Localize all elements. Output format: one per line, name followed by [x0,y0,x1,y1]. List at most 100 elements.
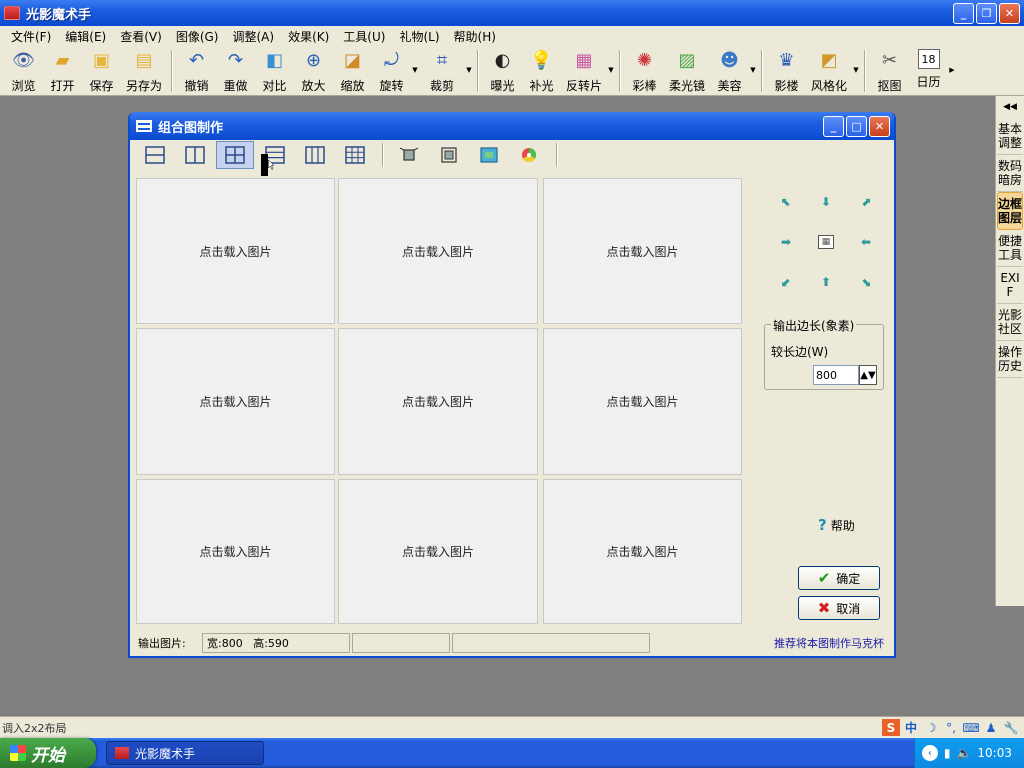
crop-dropdown-arrow[interactable]: ▼ [465,46,473,94]
toolbar-overflow-arrow[interactable]: ▶ [948,46,956,94]
tab-digital-darkroom[interactable]: 数码暗房 [997,155,1023,192]
toolbar-reversal-film-button[interactable]: ▦ 反转片 [561,46,607,94]
align-top-arrow-icon[interactable]: ⬇ [816,192,836,212]
image-slot[interactable]: 点击载入图片 [136,328,335,475]
longer-side-spinner-icon[interactable]: ▲▼ [859,365,877,385]
network-signal-icon[interactable]: ▮ [944,746,951,760]
settings-wrench-icon[interactable]: 🔧 [1002,719,1020,736]
layout-3x3-button[interactable] [336,141,374,169]
keyboard-icon[interactable]: ⌨ [962,719,980,736]
tab-basic-adjust[interactable]: 基本调整 [997,118,1023,155]
image-slot[interactable]: 点击载入图片 [543,178,742,324]
spacing-setting-button[interactable] [430,141,468,169]
tab-exif[interactable]: EXIF [997,267,1023,304]
reversal-film-dropdown-arrow[interactable]: ▼ [607,46,615,94]
chinese-mode-icon[interactable]: 中 [902,719,920,736]
menu-gifts[interactable]: 礼物(L) [392,28,446,45]
volume-icon[interactable]: 🔈 [956,746,971,760]
toolbar-save-as-button[interactable]: ▤ 另存为 [121,46,167,94]
toolbar-exposure-button[interactable]: ◐ 曝光 [483,46,522,94]
toolbar-soft-light-button[interactable]: ▨ 柔光镜 [664,46,710,94]
start-button[interactable]: 开始 [0,738,96,768]
minimize-button[interactable]: _ [953,3,974,24]
dialog-close-button[interactable]: ✕ [869,116,890,137]
toolbar-rotate-button[interactable]: ⤾ 旋转 [372,46,411,94]
toolbar-cutout-button[interactable]: ✂ 抠图 [870,46,909,94]
tab-community[interactable]: 光影社区 [997,304,1023,341]
layout-three-columns-icon [305,146,325,164]
layout-3-columns-button[interactable] [296,141,334,169]
restore-button[interactable]: ❐ [976,3,997,24]
toolbar-fill-light-button[interactable]: 💡 补光 [522,46,561,94]
toolbar-save-button[interactable]: ▣ 保存 [82,46,121,94]
tab-history[interactable]: 操作历史 [997,341,1023,378]
tab-quick-tools[interactable]: 便捷工具 [997,230,1023,267]
dialog-maximize-button[interactable]: □ [846,116,867,137]
menu-adjust[interactable]: 调整(A) [225,28,281,45]
fit-image-button[interactable] [470,141,508,169]
menu-tools[interactable]: 工具(U) [336,28,392,45]
background-color-button[interactable] [510,141,548,169]
tab-border-layer[interactable]: 边框图层 [997,192,1023,230]
toolbar-undo-button[interactable]: ↶ 撤销 [177,46,216,94]
recommend-mug-link[interactable]: 推荐将本图制作马克杯 [774,635,892,651]
toolbar-browse-button[interactable]: 👁 浏览 [4,46,43,94]
dialog-minimize-button[interactable]: _ [823,116,844,137]
layout-2x1-vertical-button[interactable] [176,141,214,169]
align-top-right-arrow-icon[interactable]: ⬈ [856,192,876,212]
user-icon[interactable]: ♟ [982,719,1000,736]
cancel-button[interactable]: ✖ 取消 [798,596,880,620]
toolbar-calendar-button[interactable]: 18 日历 [909,46,948,94]
align-top-left-arrow-icon[interactable]: ⬉ [776,192,796,212]
soft-light-icon: ▨ [678,50,696,71]
longer-side-input[interactable]: 800 [813,365,859,385]
toolbar-compare-button[interactable]: ◧ 对比 [255,46,294,94]
toolbar-separator [619,50,621,92]
border-setting-button[interactable] [390,141,428,169]
help-button[interactable]: ? 帮助 [818,516,855,534]
toolbar-zoom-button[interactable]: ⊕ 放大 [294,46,333,94]
image-slot[interactable]: 点击载入图片 [543,479,742,624]
menu-effects[interactable]: 效果(K) [281,28,336,45]
sogou-ime-icon[interactable]: S [882,719,900,736]
ok-button[interactable]: ✔ 确定 [798,566,880,590]
align-bottom-arrow-icon[interactable]: ⬆ [816,272,836,292]
stylize-dropdown-arrow[interactable]: ▼ [852,46,860,94]
menu-edit[interactable]: 编辑(E) [58,28,113,45]
toolbar-studio-button[interactable]: ♛ 影楼 [767,46,806,94]
layout-1x2-horizontal-button[interactable] [136,141,174,169]
close-button[interactable]: ✕ [999,3,1020,24]
beauty-dropdown-arrow[interactable]: ▼ [749,46,757,94]
image-slot[interactable]: 点击载入图片 [136,178,335,324]
align-left-arrow-icon[interactable]: ➡ [776,232,796,252]
half-width-moon-icon[interactable]: ☽ [922,719,940,736]
toolbar-redo-button[interactable]: ↷ 重做 [216,46,255,94]
stylize-icon: ◩ [820,50,838,71]
align-bottom-right-arrow-icon[interactable]: ⬊ [856,272,876,292]
menu-view[interactable]: 查看(V) [113,28,169,45]
collapse-panel-icon[interactable]: ◀◀ [996,96,1024,118]
menu-file[interactable]: 文件(F) [4,28,58,45]
tray-expand-icon[interactable]: ‹ [921,745,938,761]
menu-help[interactable]: 帮助(H) [447,28,503,45]
toolbar-open-button[interactable]: ▰ 打开 [43,46,82,94]
align-right-arrow-icon[interactable]: ⬅ [856,232,876,252]
taskbar-app-button[interactable]: 光影魔术手 [106,741,264,765]
layout-2x2-button[interactable] [216,141,254,169]
toolbar-beauty-button[interactable]: ☻ 美容 [710,46,749,94]
image-slot[interactable]: 点击载入图片 [338,178,538,324]
menu-image[interactable]: 图像(G) [169,28,226,45]
toolbar-color-wand-button[interactable]: ✺ 彩棒 [625,46,664,94]
align-bottom-left-arrow-icon[interactable]: ⬋ [776,272,796,292]
rotate-dropdown-arrow[interactable]: ▼ [411,46,419,94]
image-slot[interactable]: 点击载入图片 [136,479,335,624]
toolbar-resize-button[interactable]: ◪ 缩放 [333,46,372,94]
toolbar-crop-button[interactable]: ⌗ 裁剪 [419,46,465,94]
image-slot[interactable]: 点击载入图片 [543,328,742,475]
clock[interactable]: 10:03 [977,746,1012,760]
image-slot[interactable]: 点击载入图片 [338,479,538,624]
toolbar-stylize-button[interactable]: ◩ 风格化 [806,46,852,94]
punctuation-icon[interactable]: °, [942,719,960,736]
image-slot[interactable]: 点击载入图片 [338,328,538,475]
align-center-image-icon[interactable]: ▦ [818,235,834,249]
